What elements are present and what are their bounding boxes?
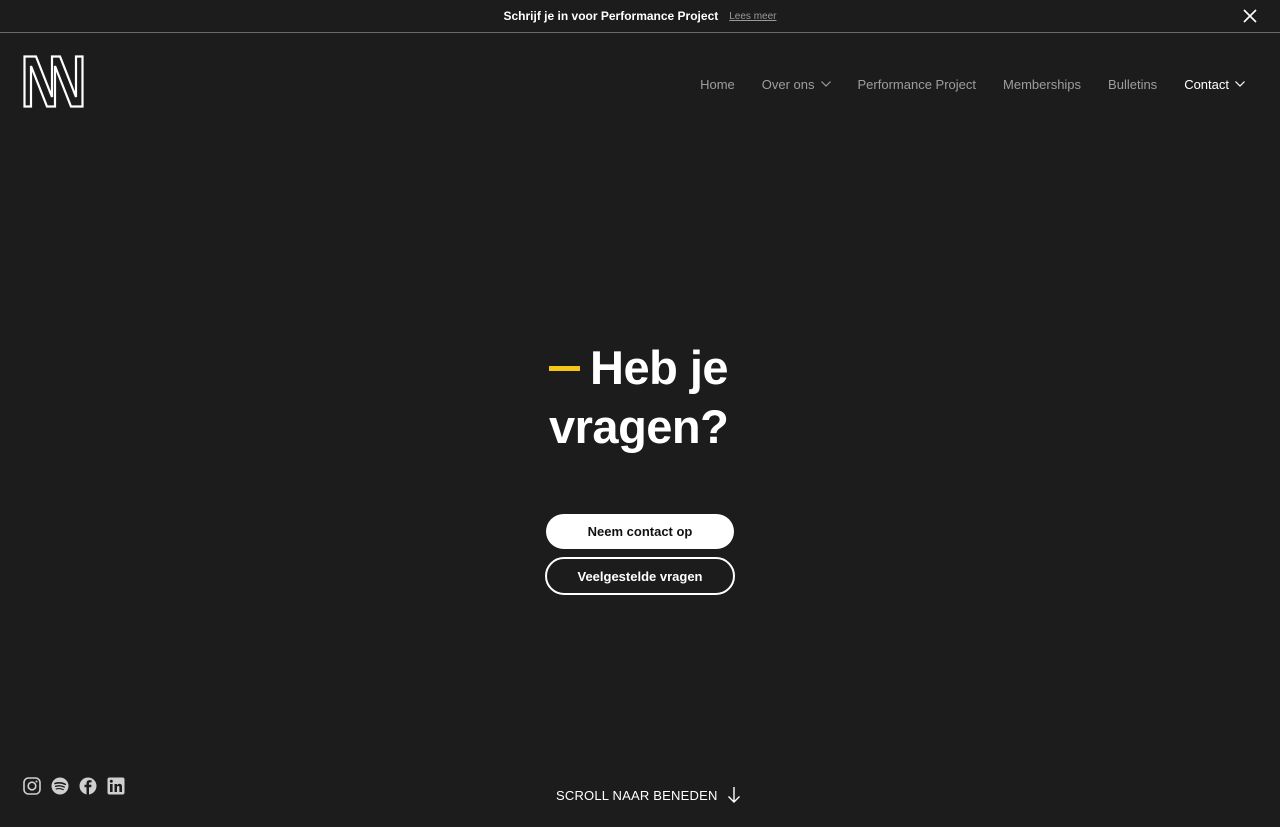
nav-item-performance-project[interactable]: Performance Project — [858, 77, 977, 92]
linkedin-icon[interactable] — [107, 777, 125, 795]
facebook-icon[interactable] — [79, 777, 97, 795]
chevron-down-icon — [820, 81, 831, 87]
nav-item-bulletins[interactable]: Bulletins — [1108, 77, 1157, 92]
announcement-link[interactable]: Lees meer — [729, 11, 776, 22]
scroll-down-link[interactable]: SCROLL NAAR BENEDEN — [556, 785, 741, 805]
nav-item-label: Performance Project — [857, 76, 977, 92]
nav-item-over-ons[interactable]: Over ons — [762, 77, 831, 92]
nav-item-label: Memberships — [1003, 76, 1082, 92]
contact-button[interactable]: Neem contact op — [546, 514, 734, 549]
faq-button[interactable]: Veelgestelde vragen — [545, 557, 735, 595]
title-line-1: Heb je — [590, 341, 729, 394]
logo[interactable] — [23, 55, 84, 108]
nav-item-label: Home — [700, 76, 735, 92]
nav-item-memberships[interactable]: Memberships — [1003, 77, 1081, 92]
chevron-down-icon — [1235, 81, 1245, 87]
arrow-down-icon — [727, 787, 740, 803]
nav-item-label: Contact — [1184, 76, 1229, 92]
announcement-bar: Schrijf je in voor Performance Project L… — [0, 0, 1280, 33]
nav-item-home[interactable]: Home — [700, 77, 735, 92]
announcement-text: Schrijf je in voor Performance Project — [503, 9, 719, 23]
main-nav: Home Over ons Performance Project Member… — [673, 75, 1245, 93]
social-links — [23, 777, 125, 795]
page-title: Heb je vragen? — [549, 338, 789, 456]
instagram-icon[interactable] — [23, 777, 41, 795]
nav-item-label: Over ons — [761, 76, 815, 92]
accent-dash — [549, 366, 580, 372]
close-icon[interactable] — [1243, 9, 1257, 23]
nav-item-label: Bulletins — [1108, 76, 1158, 92]
scroll-label: SCROLL NAAR BENEDEN — [556, 787, 718, 803]
spotify-icon[interactable] — [51, 777, 69, 795]
title-line-2: vragen? — [549, 400, 729, 453]
nav-item-contact[interactable]: Contact — [1184, 77, 1245, 92]
